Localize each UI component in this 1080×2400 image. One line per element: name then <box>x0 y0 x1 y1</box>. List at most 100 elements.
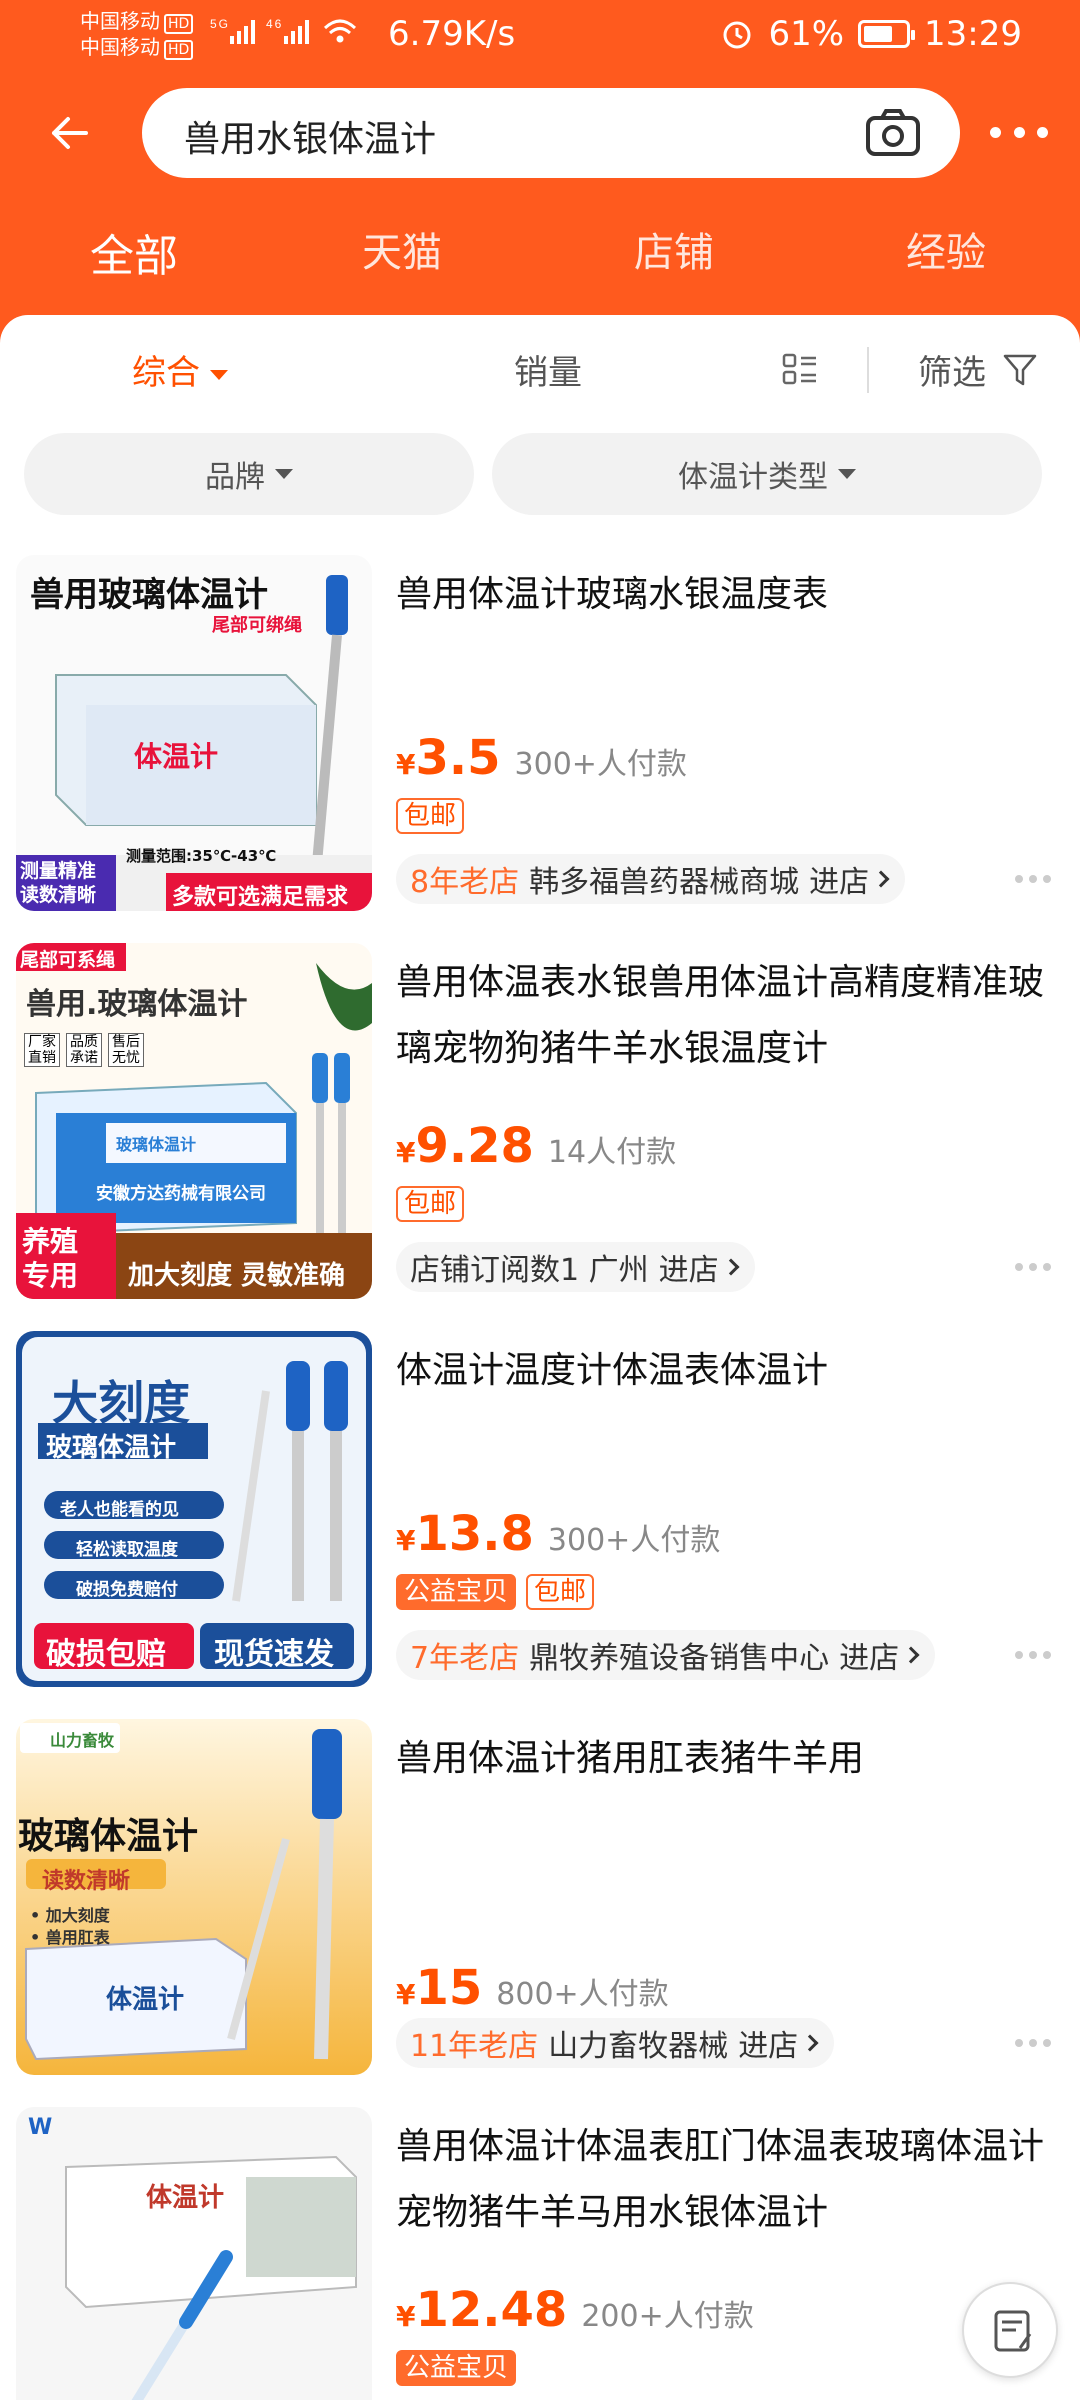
more-dots-icon[interactable] <box>1015 2039 1051 2049</box>
thumb-logo: W <box>28 2115 53 2140</box>
header: 中国移动 HD 中国移动 HD 5G 46 6.79K/s 61% 13:29 兽用… <box>0 0 1080 360</box>
status-bar: 中国移动 HD 中国移动 HD 5G 46 6.79K/s 61% 13:29 <box>0 0 1080 72</box>
thumb-badge: 养殖专用 <box>22 1225 79 1292</box>
tab-experience[interactable]: 经验 <box>906 220 986 278</box>
thumb-feature-2: • 兽用肛表 <box>30 1928 110 1947</box>
divider <box>867 347 869 393</box>
more-dots-icon[interactable] <box>1015 1263 1051 1273</box>
product-list: 兽用玻璃体温计 尾部可绑绳 体温计 测量范围:35℃-43℃ 测量精准 读数清晰 … <box>0 540 1080 2400</box>
thumb-corner: 尾部可系绳 <box>20 949 116 971</box>
product-title[interactable]: 兽用体温表水银兽用体温计高精度精准玻璃宠物狗猪牛羊水银温度计 <box>396 950 1046 1082</box>
shop-age: 11年老店 <box>410 2029 539 2064</box>
edit-note-icon <box>994 2310 1032 2352</box>
back-button[interactable] <box>42 105 98 161</box>
thumb-headline: 兽用.玻璃体温计 <box>26 987 248 1022</box>
chevron-right-icon <box>902 1646 920 1664</box>
svg-text:46: 46 <box>266 17 283 31</box>
tag-charity: 公益宝贝 <box>396 2350 517 2386</box>
product-title[interactable]: 体温计温度计体温表体温计 <box>396 1338 1046 1404</box>
product-title[interactable]: 兽用体温计玻璃水银温度表 <box>396 562 1046 628</box>
caret-down-icon <box>275 469 293 479</box>
thumb-subtitle: 尾部可绑绳 <box>212 615 302 636</box>
filter-icon[interactable] <box>1002 353 1038 387</box>
more-dots-icon[interactable] <box>1015 1651 1051 1661</box>
sort-comprehensive-label: 综合 <box>132 353 200 393</box>
tab-tmall[interactable]: 天猫 <box>362 220 442 278</box>
shop-link[interactable]: 7年老店 鼎牧养殖设备销售中心 进店 <box>396 1630 936 1680</box>
thumb-features: • 加大刻度 • 兽用肛表 <box>30 1905 110 1949</box>
sort-sales[interactable]: 销量 <box>514 345 582 394</box>
camera-icon[interactable] <box>864 106 922 158</box>
chip-type-label: 体温计类型 <box>678 460 828 495</box>
product-image[interactable]: 大刻度 玻璃体温计 老人也能看的见 轻松读取温度 破损免费赔付 破损包赔 现货速… <box>16 1331 372 1687</box>
thumb-feature-1: • 加大刻度 <box>30 1906 110 1925</box>
product-image[interactable]: W 体温计 <box>16 2107 372 2400</box>
tag-free-shipping: 包邮 <box>396 1186 465 1222</box>
product-tags: 包邮 <box>396 798 465 834</box>
price-row: ¥ 15 800+人付款 <box>396 1960 669 2016</box>
shop-name: 鼎牧养殖设备销售中心 <box>529 1641 830 1676</box>
thumb-feature-1: 厂家直销 <box>24 1033 60 1067</box>
caret-down-icon <box>210 369 228 380</box>
product-image[interactable]: 山力畜牧 玻璃体温计 读数清晰 • 加大刻度 • 兽用肛表 体温计 <box>16 1719 372 2075</box>
battery-icon <box>858 20 916 48</box>
list-view-icon[interactable] <box>782 353 818 385</box>
price-row: ¥ 12.48 200+人付款 <box>396 2282 754 2338</box>
feedback-button[interactable] <box>962 2282 1058 2378</box>
caret-down-icon <box>838 469 856 479</box>
carrier-1: 中国移动 <box>80 9 160 33</box>
price-row: ¥ 9.28 14人付款 <box>396 1118 676 1174</box>
product-image[interactable]: 兽用玻璃体温计 尾部可绑绳 体温计 测量范围:35℃-43℃ 测量精准 读数清晰 … <box>16 555 372 911</box>
sort-comprehensive[interactable]: 综合 <box>132 345 228 394</box>
product-card[interactable]: 尾部可系绳 兽用.玻璃体温计 厂家直销 品质承诺 售后无忧 玻璃体温计 安徽方达… <box>0 928 1080 1316</box>
search-input[interactable]: 兽用水银体温计 <box>142 88 960 178</box>
sort-bar: 综合 销量 筛选 <box>0 315 1080 425</box>
chip-thermometer-type[interactable]: 体温计类型 <box>492 433 1042 515</box>
currency-symbol: ¥ <box>396 1136 416 1169</box>
thumb-banner-1: 破损包赔 <box>46 1637 166 1672</box>
filter-button[interactable]: 筛选 <box>918 345 986 394</box>
tag-free-shipping: 包邮 <box>396 798 465 834</box>
shop-link[interactable]: 11年老店 山力畜牧器械 进店 <box>396 2018 835 2068</box>
thumb-box-label: 体温计 <box>106 1985 185 2015</box>
chip-brand[interactable]: 品牌 <box>24 433 474 515</box>
product-image[interactable]: 尾部可系绳 兽用.玻璃体温计 厂家直销 品质承诺 售后无忧 玻璃体温计 安徽方达… <box>16 943 372 1299</box>
tag-charity: 公益宝贝 <box>396 1574 517 1610</box>
product-title[interactable]: 兽用体温计体温表肛门体温表玻璃体温计宠物猪牛羊马用水银体温计 <box>396 2114 1046 2246</box>
chevron-right-icon <box>722 1258 740 1276</box>
more-options-button[interactable] <box>990 110 1048 154</box>
price-row: ¥ 3.5 300+人付款 <box>396 730 687 786</box>
alarm-icon <box>723 21 751 49</box>
shop-name: 山力畜牧器械 <box>548 2029 729 2064</box>
thermometer-box-image <box>16 2107 372 2400</box>
shop-link[interactable]: 店铺订阅数1 广州 进店 <box>396 1242 755 1292</box>
product-tags: 公益宝贝 包邮 <box>396 1574 595 1610</box>
product-card[interactable]: 山力畜牧 玻璃体温计 读数清晰 • 加大刻度 • 兽用肛表 体温计 兽用体温计猪用… <box>0 1704 1080 2092</box>
svg-text:5G: 5G <box>210 17 230 31</box>
tab-all[interactable]: 全部 <box>90 220 178 284</box>
product-title[interactable]: 兽用体温计猪用肛表猪牛羊用 <box>396 1726 1046 1792</box>
battery-percent: 61% <box>768 14 845 54</box>
thumb-box-label: 体温计 <box>146 2183 225 2213</box>
hd-badge: HD <box>164 40 194 60</box>
shop-link[interactable]: 8年老店 韩多福兽药器械商城 进店 <box>396 854 906 904</box>
tab-shops[interactable]: 店铺 <box>634 220 714 278</box>
sales-count: 300+人付款 <box>547 1523 721 1558</box>
thumb-features: 厂家直销 品质承诺 售后无忧 <box>24 1033 144 1067</box>
thumb-badge: 测量精准 读数清晰 <box>20 859 96 907</box>
thermometer-promo-image <box>16 1719 372 2075</box>
product-card[interactable]: 兽用玻璃体温计 尾部可绑绳 体温计 测量范围:35℃-43℃ 测量精准 读数清晰 … <box>0 540 1080 928</box>
signal-icon: 5G 46 <box>210 14 370 57</box>
product-card[interactable]: W 体温计 兽用体温计体温表肛门体温表玻璃体温计宠物猪牛羊马用水银体温计 ¥ 1… <box>0 2092 1080 2400</box>
currency-symbol: ¥ <box>396 1524 416 1557</box>
sales-count: 14人付款 <box>547 1135 677 1170</box>
thumb-banner-2: 现货速发 <box>214 1637 334 1672</box>
enter-shop: 进店 <box>658 1253 719 1288</box>
net-speed: 6.79K/s <box>388 14 516 54</box>
product-card[interactable]: 大刻度 玻璃体温计 老人也能看的见 轻松读取温度 破损免费赔付 破损包赔 现货速… <box>0 1316 1080 1704</box>
more-dots-icon[interactable] <box>1015 875 1051 885</box>
currency-symbol: ¥ <box>396 1978 416 2011</box>
shop-name: 韩多福兽药器械商城 <box>529 865 800 900</box>
thumb-feature-1: 老人也能看的见 <box>60 1500 179 1520</box>
shop-age: 8年老店 <box>410 865 520 900</box>
